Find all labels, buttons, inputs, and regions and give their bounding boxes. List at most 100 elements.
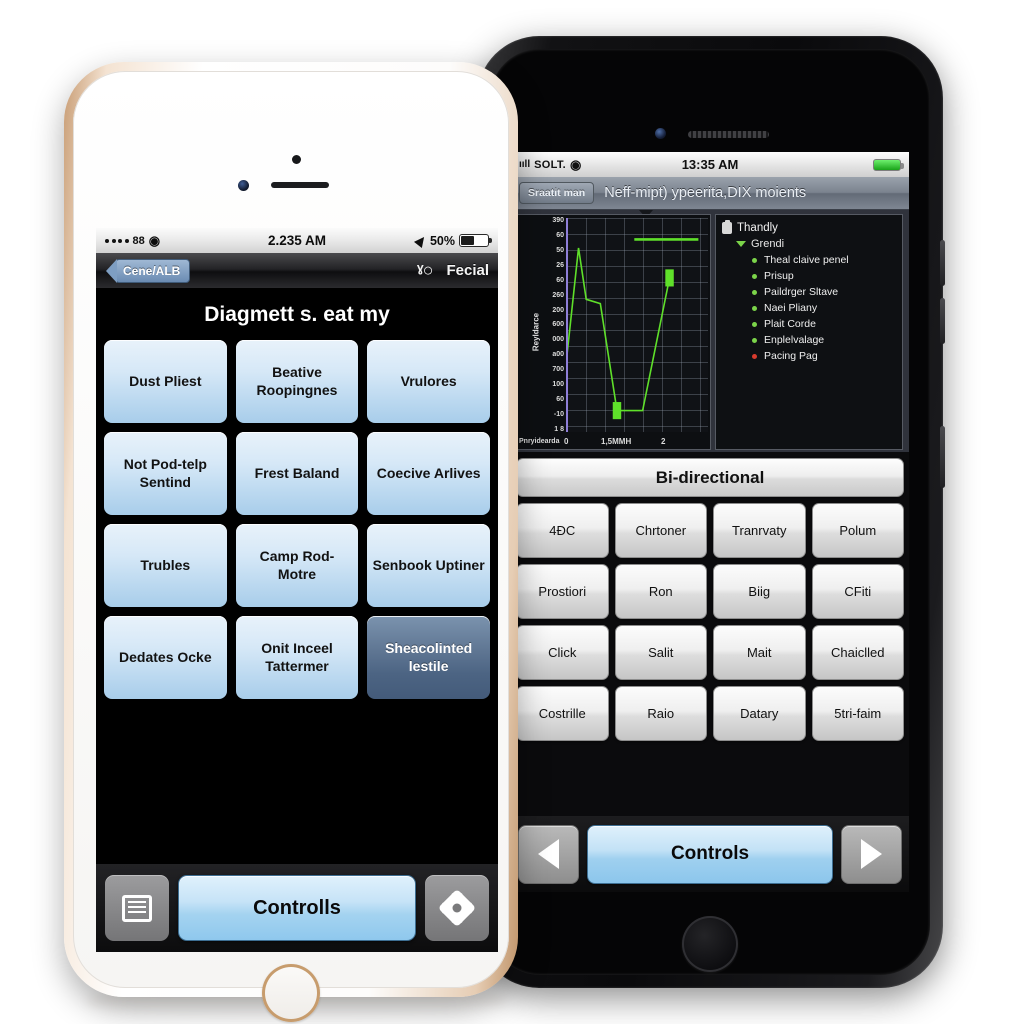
legend-item-label: Naei Pliany bbox=[764, 302, 818, 314]
grid-button[interactable]: Prostiori bbox=[516, 564, 609, 619]
home-button[interactable] bbox=[682, 916, 738, 972]
legend-item[interactable]: Plait Corde bbox=[752, 318, 896, 330]
white-phone-device: 88 ◉ 2.235 AM 50% Cene/ALB ˠ○ Fecial Dia… bbox=[64, 62, 518, 1022]
grid-button[interactable]: Costrille bbox=[516, 686, 609, 741]
legend-item[interactable]: Theal claive penel bbox=[752, 254, 896, 266]
grid-button[interactable]: Mait bbox=[713, 625, 806, 680]
grid-button[interactable]: CFiti bbox=[811, 564, 904, 619]
diagnostic-button[interactable]: Camp Rod-Motre bbox=[235, 524, 359, 607]
diagnostic-button[interactable]: Dedates Ocke bbox=[104, 616, 227, 699]
power-button[interactable] bbox=[940, 426, 945, 488]
legend-item[interactable]: Naei Pliany bbox=[752, 302, 896, 314]
back-button[interactable]: Sraatit man bbox=[519, 182, 595, 204]
command-grid: 4ÐC Chrtoner Tranrvaty Polum Prostiori R… bbox=[511, 497, 909, 747]
grid-button[interactable]: Tranrvaty bbox=[713, 503, 806, 558]
black-phone-screen: ııll SOLT. ◉ 13:35 AM Sraatit man Neff-m… bbox=[511, 152, 909, 892]
legend-color-dot bbox=[752, 321, 757, 327]
grid-button[interactable]: Polum bbox=[811, 503, 904, 558]
volume-up-button[interactable] bbox=[940, 240, 945, 286]
diagnostic-button[interactable]: Beative Roopingnes bbox=[235, 340, 359, 423]
document-list-icon bbox=[122, 894, 152, 922]
diagnostic-button[interactable]: Frest Baland bbox=[235, 432, 359, 515]
grid-button[interactable]: Chrtoner bbox=[614, 503, 707, 558]
y-tick: 60 bbox=[556, 396, 564, 404]
grid-button[interactable]: Biig bbox=[713, 564, 806, 619]
legend-panel: Thandly Grendi Theal claive penel Prisup bbox=[715, 214, 903, 450]
legend-color-dot bbox=[752, 289, 757, 295]
controls-button[interactable]: Controls bbox=[587, 824, 833, 884]
plot-grid bbox=[566, 218, 708, 432]
grid-button[interactable]: Salit bbox=[614, 625, 707, 680]
clipboard-icon bbox=[722, 220, 732, 234]
battery-full-icon bbox=[873, 158, 904, 171]
battery-icon bbox=[459, 234, 492, 247]
chart-series-trace bbox=[567, 248, 671, 411]
legend-item-label: Paildrger Sltave bbox=[764, 286, 839, 298]
legend-item-label: Enplelvalage bbox=[764, 334, 825, 346]
navigation-bar: Sraatit man Neff-mipt) ypeerita,DIX moie… bbox=[511, 177, 909, 210]
controls-button[interactable]: Controlls bbox=[178, 875, 416, 941]
legend-item[interactable]: Pacing Pag bbox=[752, 350, 896, 362]
legend-item[interactable]: Prisup bbox=[752, 270, 896, 282]
grid-button[interactable]: 5tri-faim bbox=[811, 686, 904, 741]
graph-plot[interactable]: Reyldarce 390 60 50 26 60 260 200 600 00… bbox=[515, 214, 711, 450]
diagnostic-button[interactable]: Trubles bbox=[104, 524, 227, 607]
y-tick: 600 bbox=[552, 321, 564, 329]
proximity-sensor-icon bbox=[292, 155, 301, 164]
cursor-line[interactable] bbox=[566, 218, 568, 432]
chart-marker bbox=[612, 402, 622, 420]
grid-button[interactable]: 4ÐC bbox=[516, 503, 609, 558]
chevron-down-icon bbox=[736, 241, 746, 247]
triangle-right-icon bbox=[861, 839, 882, 869]
y-tick: 700 bbox=[552, 366, 564, 374]
diagnostic-button[interactable]: Not Pod-telp Sentind bbox=[104, 432, 227, 515]
previous-button[interactable] bbox=[518, 824, 579, 884]
grid-button[interactable]: Raio bbox=[614, 686, 707, 741]
back-button[interactable]: Cene/ALB bbox=[115, 258, 191, 283]
bi-directional-button[interactable]: Bi-directional bbox=[516, 458, 904, 497]
x-axis: Pnryidearda 0 1,5MMH 2 bbox=[516, 434, 708, 448]
home-button[interactable] bbox=[262, 964, 320, 1022]
y-tick: 60 bbox=[556, 231, 564, 239]
diagnostic-button-selected[interactable]: Sheacolinted lestile bbox=[367, 616, 490, 699]
y-axis-ticks: 390 60 50 26 60 260 200 600 000 a00 700 … bbox=[530, 217, 564, 433]
volume-down-button[interactable] bbox=[940, 298, 945, 344]
legend-item-label: Theal claive penel bbox=[764, 254, 849, 266]
diagnostic-button[interactable]: Onit Inceel Tattermer bbox=[235, 616, 359, 699]
diagnostic-button[interactable]: Senbook Uptiner bbox=[367, 524, 490, 607]
panel-title: Diagmett s. eat my bbox=[204, 303, 390, 326]
grid-button[interactable]: Chaiclled bbox=[811, 625, 904, 680]
y-tick: 50 bbox=[556, 246, 564, 254]
x-tick: 0 bbox=[564, 436, 569, 446]
status-right bbox=[873, 158, 904, 171]
black-phone-device: ııll SOLT. ◉ 13:35 AM Sraatit man Neff-m… bbox=[477, 36, 945, 988]
legend-color-dot bbox=[752, 305, 757, 311]
diagnostic-button[interactable]: Vrulores bbox=[367, 340, 490, 423]
grid-button[interactable]: Datary bbox=[713, 686, 806, 741]
legend-color-dot bbox=[752, 337, 757, 343]
y-tick: 200 bbox=[552, 306, 564, 314]
y-tick: 1 8 bbox=[554, 425, 564, 433]
white-phone-screen: 88 ◉ 2.235 AM 50% Cene/ALB ˠ○ Fecial Dia… bbox=[96, 228, 498, 952]
x-tick: 2 bbox=[661, 436, 666, 446]
trace-svg bbox=[567, 218, 708, 420]
grid-button[interactable]: Ron bbox=[614, 564, 707, 619]
earpiece-speaker bbox=[271, 182, 329, 188]
navigation-bar: Cene/ALB ˠ○ Fecial bbox=[96, 253, 498, 289]
diagnostic-button[interactable]: Dust Pliest bbox=[104, 340, 227, 423]
grid-button[interactable]: Click bbox=[516, 625, 609, 680]
diagnostic-button[interactable]: Coecive Arlives bbox=[367, 432, 490, 515]
front-camera-icon bbox=[238, 180, 249, 191]
nav-right-group: ˠ○ Fecial bbox=[417, 260, 489, 281]
settings-button[interactable] bbox=[425, 875, 489, 941]
legend-color-dot bbox=[752, 353, 757, 359]
io-icon[interactable]: ˠ○ bbox=[417, 260, 434, 281]
next-button[interactable] bbox=[841, 824, 902, 884]
legend-item[interactable]: Paildrger Sltave bbox=[752, 286, 896, 298]
nav-right-label[interactable]: Fecial bbox=[446, 262, 489, 279]
legend-group[interactable]: Grendi bbox=[736, 238, 896, 250]
front-camera-icon bbox=[655, 128, 666, 139]
legend-item[interactable]: Enplelvalage bbox=[752, 334, 896, 346]
legend-header: Thandly bbox=[722, 220, 896, 234]
report-button[interactable] bbox=[105, 875, 169, 941]
